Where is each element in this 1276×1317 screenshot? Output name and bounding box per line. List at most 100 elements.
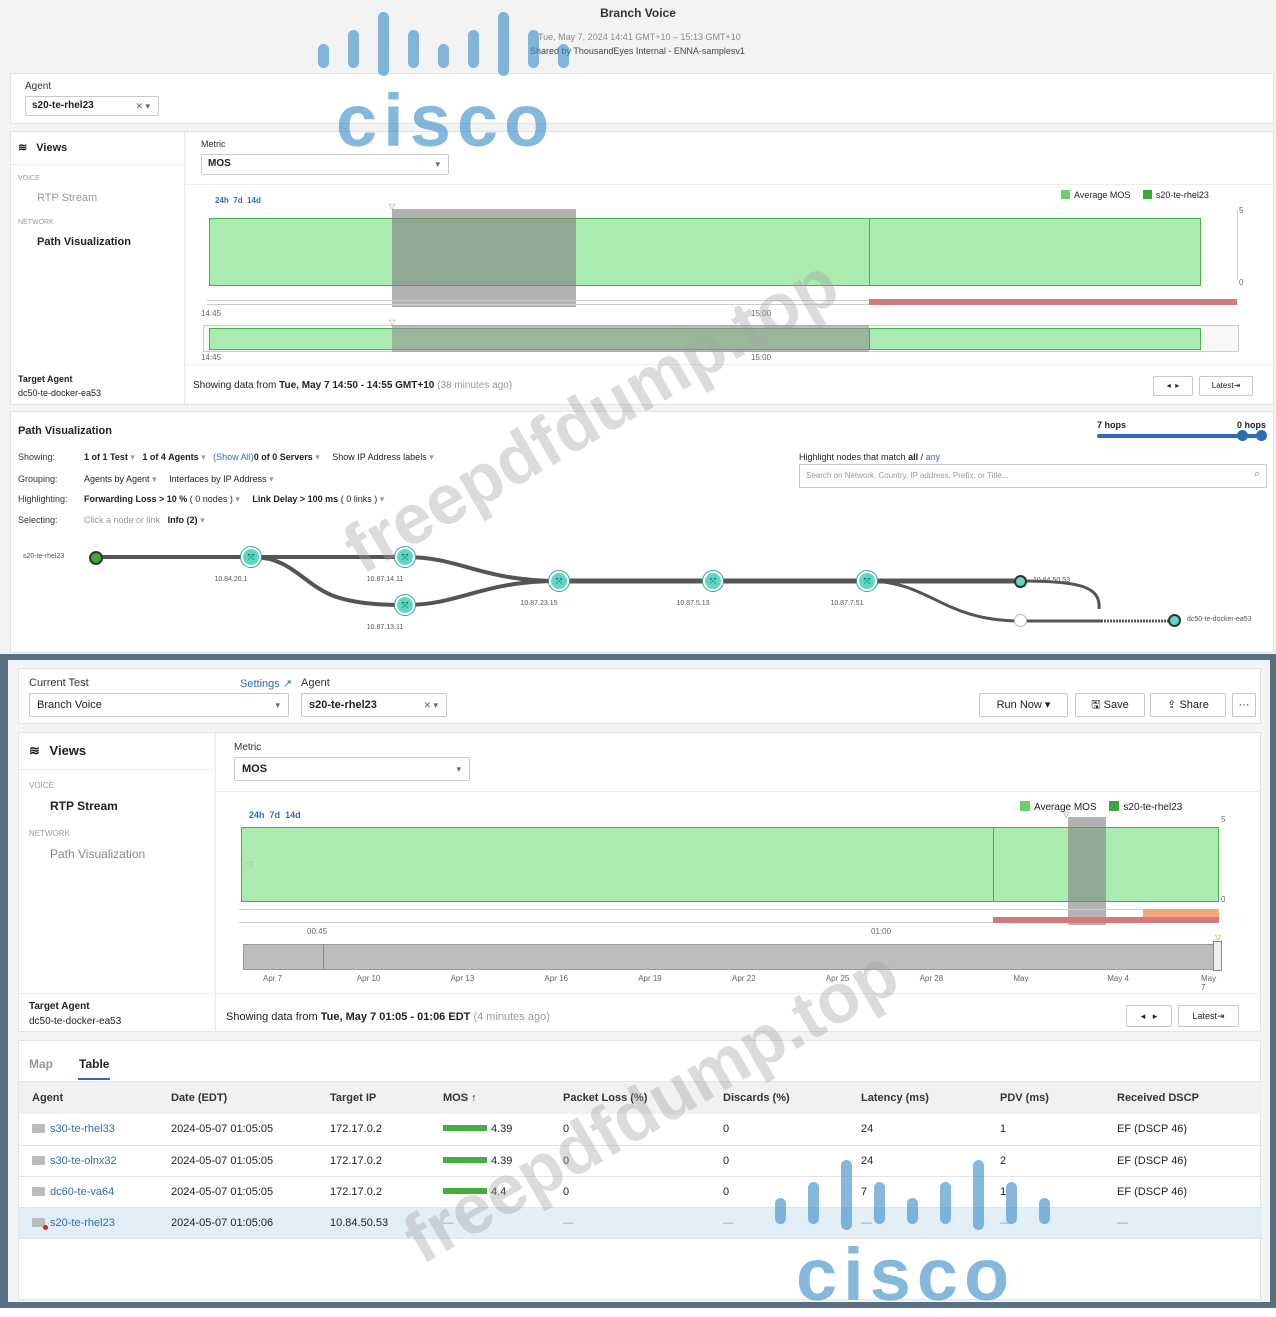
col-pdv[interactable]: PDV (ms) xyxy=(987,1082,1104,1114)
highlight-link-delay[interactable]: Link Delay > 100 ms xyxy=(252,494,338,504)
cisco-wordmark: cisco xyxy=(336,79,556,162)
grouping-agents[interactable]: Agents by Agent xyxy=(84,474,150,484)
unknown-node[interactable] xyxy=(1014,614,1027,627)
share-button[interactable]: ⇪ Share xyxy=(1150,693,1226,717)
agent-link[interactable]: s20-te-rhel23 xyxy=(50,1217,115,1229)
target-agent-label: Target Agent xyxy=(29,1001,90,1012)
current-test-label: Current Test xyxy=(29,677,89,689)
path-graph[interactable] xyxy=(11,537,1275,652)
target-agent-value: dc50-te-docker-ea53 xyxy=(18,388,102,398)
agent-link[interactable]: s30-te-olnx32 xyxy=(50,1155,117,1167)
node-label-5: 10.87.5.13 xyxy=(676,600,710,607)
views-chart-card: ≋ Views VOICE RTP Stream NETWORK Path Vi… xyxy=(18,732,1262,1033)
endpoint-node[interactable] xyxy=(1014,575,1027,588)
navigator-track[interactable] xyxy=(243,944,1215,970)
views-sidebar: ≋ Views VOICE RTP Stream NETWORK Path Vi… xyxy=(11,132,185,406)
y-tick-0: 0 xyxy=(1239,278,1244,287)
tab-table[interactable]: Table xyxy=(79,1057,109,1071)
more-options-button[interactable]: ··· xyxy=(1232,693,1256,717)
match-all-link[interactable]: all xyxy=(908,452,918,462)
col-target-ip[interactable]: Target IP xyxy=(317,1082,430,1114)
range-24h[interactable]: 24h xyxy=(249,810,265,820)
agent-cell: dc60-te-va64 xyxy=(19,1176,158,1208)
agent-select[interactable]: s20-te-rhel23 ✕ ▾ xyxy=(301,693,447,717)
sidebar-item-rtp-stream[interactable]: RTP Stream xyxy=(50,799,118,813)
highlight-match-label: Highlight nodes that match xyxy=(799,452,906,462)
match-any-link[interactable]: any xyxy=(926,452,941,462)
col-latency[interactable]: Latency (ms) xyxy=(848,1082,987,1114)
grouping-interfaces[interactable]: Interfaces by IP Address xyxy=(169,474,266,484)
router-node-icon[interactable]: ⤧ xyxy=(549,571,569,591)
range-14d[interactable]: 14d xyxy=(285,810,301,820)
selecting-hint: Click a node or link xyxy=(84,515,161,525)
agent-link[interactable]: dc60-te-va64 xyxy=(50,1186,114,1198)
agent-cell: s30-te-rhel33 xyxy=(19,1114,158,1146)
latest-button[interactable]: Latest⇥ xyxy=(1178,1005,1239,1027)
agent-label: Agent xyxy=(301,677,330,689)
tab-map[interactable]: Map xyxy=(29,1057,53,1071)
legend-avg-label: Average MOS xyxy=(1074,190,1131,200)
target-ip-cell: 172.17.0.2 xyxy=(317,1114,430,1146)
nav-tick-1445: 14:45 xyxy=(201,353,222,362)
router-node-icon[interactable]: ⤧ xyxy=(857,571,877,591)
table-row[interactable]: s20-te-rhel23 2024-05-07 01:05:06 10.84.50… xyxy=(19,1207,1262,1239)
time-range-subtitle: Tue, May 7, 2024 14:41 GMT+10 – 15:13 GM… xyxy=(538,32,741,42)
col-date[interactable]: Date (EDT) xyxy=(158,1082,317,1114)
show-all-link[interactable]: (Show All) xyxy=(213,452,254,462)
target-agent-label: Target Agent xyxy=(18,374,73,384)
info-dropdown[interactable]: Info (2) xyxy=(168,515,198,525)
router-node-icon[interactable]: ⤧ xyxy=(703,571,723,591)
marker-icon: ▽ xyxy=(389,202,396,211)
range-7d[interactable]: 7d xyxy=(270,810,281,820)
agent-select[interactable]: s20-te-rhel23 ✕ ▾ xyxy=(25,96,159,116)
showing-ago: (38 minutes ago) xyxy=(437,380,513,391)
dest-agent-node[interactable] xyxy=(1168,614,1181,627)
save-button[interactable]: 🖫 Save xyxy=(1075,693,1145,717)
clear-chevron-icon[interactable]: ✕ ▾ xyxy=(423,700,438,711)
current-test-select[interactable]: Branch Voice ▾ xyxy=(29,693,289,717)
marker-icon-2: ▽ xyxy=(1215,933,1222,942)
node-label-6: 10.87.7.51 xyxy=(830,600,864,607)
navigator-handle[interactable] xyxy=(1213,941,1222,971)
metric-select[interactable]: MOS ▾ xyxy=(234,757,470,781)
col-mos[interactable]: MOS ↑ xyxy=(430,1082,550,1114)
prev-next-buttons[interactable]: ◂ ▸ xyxy=(1126,1005,1172,1027)
hops-slider-handle-2[interactable] xyxy=(1256,430,1267,441)
agent-link[interactable]: s30-te-rhel33 xyxy=(50,1123,115,1135)
prev-next-buttons[interactable]: ◂ ▸ xyxy=(1153,376,1193,396)
mos-area-average[interactable] xyxy=(209,218,1201,286)
page-title: Branch Voice xyxy=(600,6,676,20)
sidebar-item-rtp-stream[interactable]: RTP Stream xyxy=(37,192,97,204)
range-24h[interactable]: 24h xyxy=(215,196,229,205)
range-7d[interactable]: 7d xyxy=(233,196,242,205)
selecting-label: Selecting: xyxy=(18,515,58,525)
highlight-forwarding-loss[interactable]: Forwarding Loss > 10 % xyxy=(84,494,187,504)
sidebar-item-path-visualization[interactable]: Path Visualization xyxy=(37,236,131,248)
range-14d[interactable]: 14d xyxy=(247,196,261,205)
hops-slider-handle-1[interactable] xyxy=(1237,430,1248,441)
filter-agents[interactable]: 1 of 4 Agents xyxy=(142,452,198,462)
time-window-highlight[interactable] xyxy=(392,209,576,307)
filter-servers[interactable]: 0 of 0 Servers xyxy=(254,452,313,462)
clear-chevron-icon[interactable]: ✕ ▾ xyxy=(135,101,150,112)
filter-test[interactable]: 1 of 1 Test xyxy=(84,452,128,462)
table-row[interactable]: dc60-te-va64 2024-05-07 01:05:05 172.17.0.… xyxy=(19,1176,1262,1208)
date-cell: 2024-05-07 01:05:05 xyxy=(158,1176,317,1208)
show-ip-labels[interactable]: Show IP Address labels xyxy=(332,452,426,462)
settings-link[interactable]: Settings ↗ xyxy=(240,677,292,690)
source-agent-node[interactable] xyxy=(89,551,103,565)
run-now-button[interactable]: Run Now ▾ xyxy=(979,693,1068,717)
node-search-input[interactable]: Search on Network, Country, IP address, … xyxy=(799,464,1267,488)
router-node-icon[interactable]: ⤧ xyxy=(395,595,415,615)
col-dscp[interactable]: Received DSCP xyxy=(1104,1082,1262,1114)
router-node-icon[interactable]: ⤧ xyxy=(241,547,261,567)
navigator-ticks: Apr 7 Apr 10 Apr 13 Apr 16 Apr 19 Apr 22 Apr 2… xyxy=(243,974,1216,992)
date-cell: 2024-05-07 01:05:06 xyxy=(158,1207,317,1239)
mos-value: 4.39 xyxy=(491,1123,513,1136)
highlight-match-text: Highlight nodes that match all / any xyxy=(799,452,940,462)
save-label: Save xyxy=(1103,699,1129,711)
sidebar-item-path-visualization[interactable]: Path Visualization xyxy=(50,847,145,861)
latest-button[interactable]: Latest⇥ xyxy=(1199,376,1253,396)
col-agent[interactable]: Agent xyxy=(19,1082,158,1114)
y-tick-5: 5 xyxy=(1221,815,1226,824)
